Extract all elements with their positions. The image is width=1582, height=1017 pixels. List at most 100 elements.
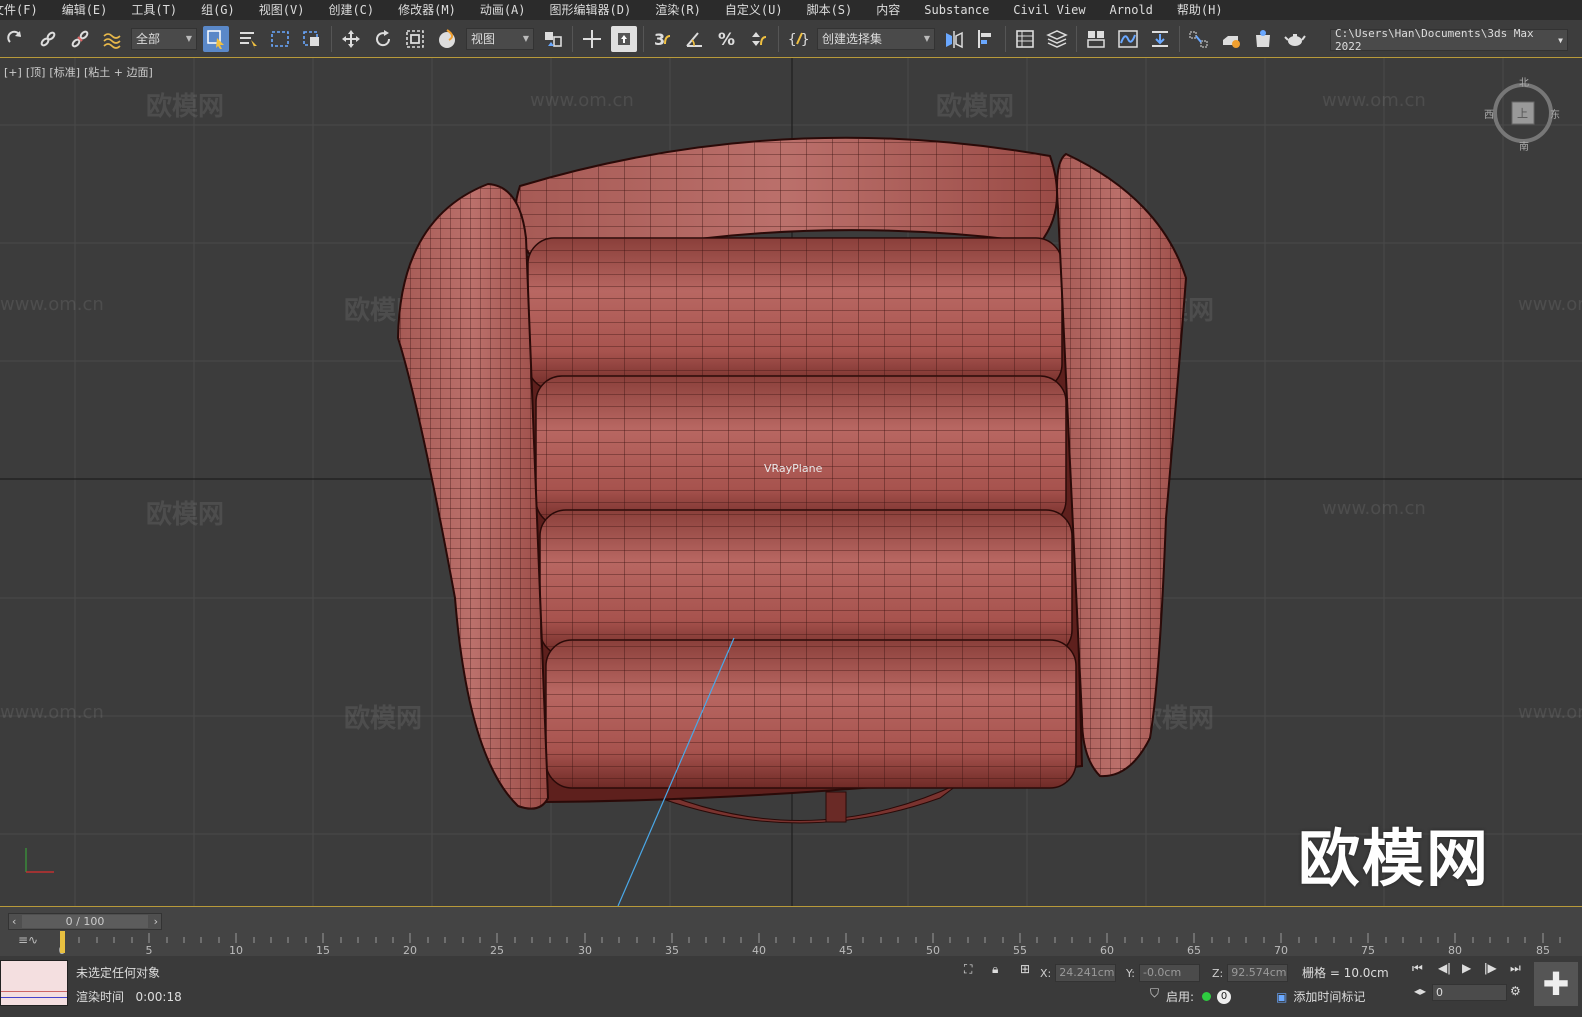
pivot-center-button[interactable]: [540, 26, 566, 52]
isolate-selection-icon[interactable]: ⛶: [964, 962, 972, 977]
render-production-button[interactable]: [1282, 26, 1308, 52]
time-config-icon[interactable]: ⚙: [1510, 984, 1521, 998]
play-icon[interactable]: ▶: [1462, 961, 1471, 975]
lock-icon[interactable]: 🔒︎: [992, 962, 998, 977]
timeline-track[interactable]: 0510152025303540455055606570758085: [58, 931, 1568, 957]
menu-item-5[interactable]: 创建(C): [316, 0, 386, 20]
menu-item-6[interactable]: 修改器(M): [386, 0, 468, 20]
rect-selection-button[interactable]: [267, 26, 293, 52]
schematic-view-icon: [1152, 30, 1168, 47]
menu-item-0[interactable]: 文件(F): [0, 0, 50, 20]
rotate-button[interactable]: [370, 26, 396, 52]
previous-frame-icon[interactable]: ◀ǀ: [1438, 961, 1451, 975]
select-object-button[interactable]: [203, 25, 229, 52]
mini-curve-editor-button[interactable]: ≡∿: [18, 933, 38, 947]
ribbon-toggle-button[interactable]: [1083, 26, 1109, 52]
scale-button[interactable]: [402, 26, 428, 52]
z-field[interactable]: 92.574cm: [1227, 964, 1289, 982]
menu-item-12[interactable]: 内容: [864, 0, 912, 20]
bind-spacewarp-button[interactable]: [99, 26, 125, 52]
percent-snap-toggle[interactable]: %: [714, 26, 740, 52]
menu-item-3[interactable]: 组(G): [189, 0, 247, 20]
y-field[interactable]: -0.0cm: [1138, 964, 1200, 982]
adaptive-enable[interactable]: 启用: 0: [1166, 988, 1232, 1005]
mirror-button[interactable]: [941, 26, 967, 52]
align-button[interactable]: [973, 26, 999, 52]
toolbar-separator: [778, 25, 779, 52]
menu-item-9[interactable]: 渲染(R): [643, 0, 713, 20]
render-setup-button[interactable]: [1218, 26, 1244, 52]
viewcube-east[interactable]: 东: [1550, 106, 1560, 121]
chevron-down-icon: ▼: [923, 34, 930, 43]
time-slider[interactable]: ‹ 0 / 100 ›: [8, 913, 162, 930]
schematic-view-button[interactable]: [1147, 26, 1173, 52]
menu-item-7[interactable]: 动画(A): [468, 0, 538, 20]
reference-coord-dropdown[interactable]: 视图 ▼: [466, 27, 534, 50]
link-button[interactable]: [35, 26, 61, 52]
chevron-right-icon[interactable]: ›: [154, 915, 161, 928]
playhead[interactable]: [60, 931, 65, 953]
viewport-pov-label[interactable]: [顶]: [26, 66, 46, 79]
chevron-left-icon[interactable]: ‹: [9, 915, 16, 928]
viewcube[interactable]: 北 南 东 西 上: [1484, 78, 1560, 153]
menu-item-15[interactable]: Arnold: [1098, 0, 1165, 20]
curve-editor-button[interactable]: [1115, 26, 1141, 52]
menu-item-8[interactable]: 图形编辑器(D): [538, 0, 644, 20]
material-editor-button[interactable]: [1186, 26, 1212, 52]
window-crossing-button[interactable]: [299, 26, 325, 52]
maxscript-listener-mini[interactable]: [0, 960, 68, 1006]
menu-item-13[interactable]: Substance: [912, 0, 1001, 20]
viewport-shading-label[interactable]: [粘土 + 边面]: [84, 66, 153, 79]
viewcube-west[interactable]: 西: [1484, 106, 1494, 121]
chair-model[interactable]: [0, 58, 1582, 906]
viewport-menu-plus[interactable]: [+]: [4, 66, 22, 79]
toolbar-separator: [1076, 25, 1077, 52]
x-coordinate[interactable]: X: 24.241cm: [1040, 964, 1117, 982]
viewcube-south[interactable]: 南: [1519, 138, 1529, 153]
menu-item-16[interactable]: 帮助(H): [1165, 0, 1235, 20]
menu-item-4[interactable]: 视图(V): [247, 0, 317, 20]
select-manipulate-button[interactable]: [579, 26, 605, 52]
menu-item-1[interactable]: 编辑(E): [50, 0, 120, 20]
shield-icon[interactable]: ⛉: [1150, 986, 1159, 1001]
keyboard-shortcut-toggle[interactable]: [611, 25, 637, 52]
add-time-tag-button[interactable]: ▣ 添加时间标记: [1276, 988, 1365, 1005]
selection-filter-dropdown[interactable]: 全部 ▼: [131, 27, 197, 50]
go-to-end-icon[interactable]: ⏭: [1510, 961, 1521, 976]
next-frame-icon[interactable]: ǀ▶: [1484, 961, 1497, 975]
go-to-start-icon[interactable]: ⏮: [1412, 961, 1423, 976]
scene-explorer-button[interactable]: [1012, 26, 1038, 52]
viewcube-north[interactable]: 北: [1519, 74, 1529, 89]
viewport-standard-label[interactable]: [标准]: [49, 66, 80, 79]
angle-snap-toggle[interactable]: [682, 26, 708, 52]
absolute-mode-icon[interactable]: ⊞: [1020, 962, 1030, 976]
named-selection-dropdown[interactable]: 创建选择集 ▼: [817, 27, 935, 50]
spinner-snap-toggle[interactable]: [746, 26, 772, 52]
menu-item-10[interactable]: 自定义(U): [713, 0, 795, 20]
redo-button[interactable]: [3, 26, 29, 52]
viewport-label[interactable]: [+] [顶] [标准] [粘土 + 边面]: [4, 64, 157, 80]
top-viewport[interactable]: 欧模网 www.om.cn 欧模网 www.om.cn www.om.cn 欧模…: [0, 58, 1582, 906]
frame-counter[interactable]: 0 / 100: [22, 915, 148, 928]
select-by-name-button[interactable]: [235, 26, 261, 52]
menu-item-14[interactable]: Civil View: [1001, 0, 1097, 20]
x-field[interactable]: 24.241cm: [1055, 964, 1117, 982]
y-coordinate[interactable]: Y: -0.0cm: [1126, 964, 1200, 982]
menu-item-2[interactable]: 工具(T): [119, 0, 189, 20]
rendered-frame-button[interactable]: [1250, 26, 1276, 52]
layer-explorer-button[interactable]: [1044, 26, 1070, 52]
object-label: VRayPlane: [764, 462, 823, 475]
place-button[interactable]: [434, 26, 460, 52]
viewport-navigation-plus-button[interactable]: ✚: [1534, 962, 1578, 1006]
unlink-button[interactable]: [67, 26, 93, 52]
current-frame-field[interactable]: 0: [1432, 984, 1507, 1001]
z-coordinate[interactable]: Z: 92.574cm: [1212, 964, 1289, 982]
move-button[interactable]: [338, 26, 364, 52]
menu-item-11[interactable]: 脚本(S): [795, 0, 865, 20]
menu-bar: 文件(F)编辑(E)工具(T)组(G)视图(V)创建(C)修改器(M)动画(A)…: [0, 0, 1582, 20]
project-path-dropdown[interactable]: C:\Users\Han\Documents\3ds Max 2022 ▼: [1330, 27, 1568, 53]
snaps-toggle[interactable]: 3: [650, 26, 676, 52]
teapot-icon: [1284, 33, 1306, 46]
edit-named-selection-button[interactable]: {}: [785, 26, 811, 52]
viewcube-face[interactable]: 上: [1517, 105, 1528, 121]
